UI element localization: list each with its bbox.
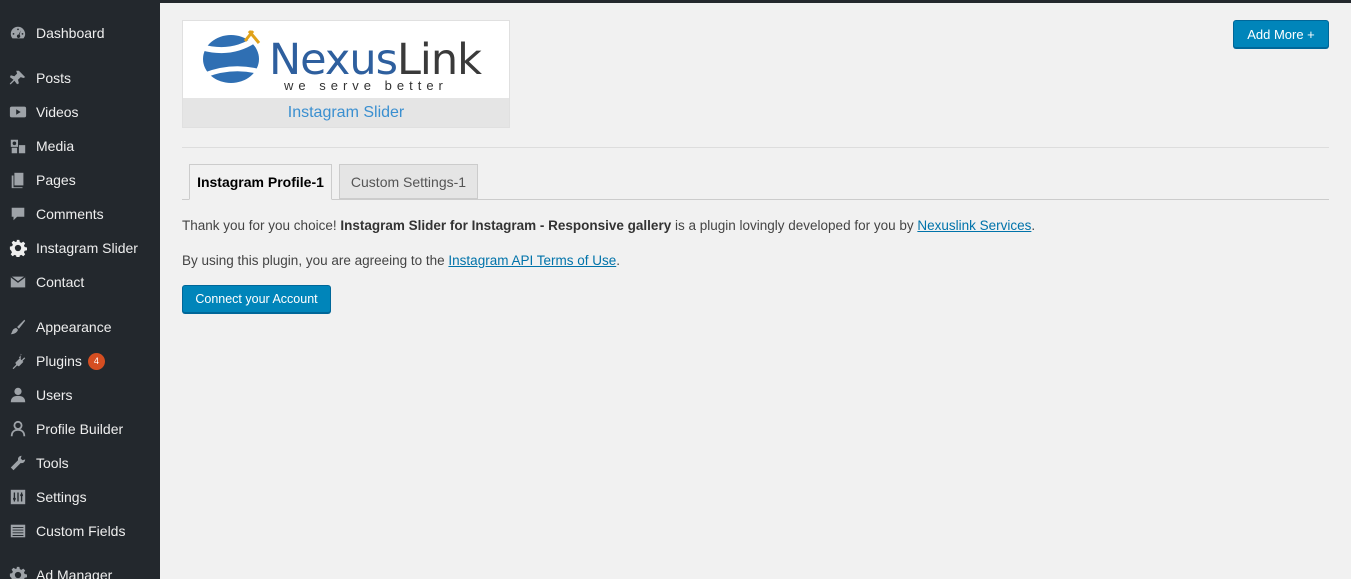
sidebar-item-label: Profile Builder bbox=[36, 421, 124, 437]
sidebar-item-label: Plugins bbox=[36, 353, 82, 369]
developer-link[interactable]: Nexuslink Services bbox=[917, 218, 1031, 233]
sidebar-item-posts[interactable]: Posts bbox=[0, 61, 160, 95]
mail-icon bbox=[8, 272, 28, 292]
plugin-logo: NexusLink we serve better Instagram Slid… bbox=[182, 20, 510, 128]
update-count-badge: 4 bbox=[87, 352, 105, 370]
sidebar-item-label: Contact bbox=[36, 274, 85, 290]
sidebar-item-users[interactable]: Users bbox=[0, 378, 160, 412]
connect-account-button[interactable]: Connect your Account bbox=[182, 285, 331, 313]
header-divider bbox=[182, 147, 1329, 148]
admin-top-strip bbox=[160, 0, 1351, 3]
sidebar-item-label: Users bbox=[36, 387, 73, 403]
sidebar-item-label: Media bbox=[36, 138, 75, 154]
add-more-button[interactable]: Add More + bbox=[1233, 20, 1329, 48]
plugin-icon bbox=[8, 351, 28, 371]
comment-icon bbox=[8, 204, 28, 224]
sidebar-item-label: Tools bbox=[36, 455, 69, 471]
pin-icon bbox=[8, 68, 28, 88]
sidebar-item-custom-fields[interactable]: Custom Fields bbox=[0, 514, 160, 548]
tab-instagram-profile[interactable]: Instagram Profile-1 bbox=[189, 164, 332, 200]
nexuslink-logo-mark bbox=[200, 30, 263, 83]
sidebar-item-settings[interactable]: Settings bbox=[0, 480, 160, 514]
logo-caption: Instagram Slider bbox=[183, 98, 509, 127]
sidebar-item-label: Videos bbox=[36, 104, 79, 120]
dashboard-icon bbox=[8, 23, 28, 43]
sidebar-item-tools[interactable]: Tools bbox=[0, 446, 160, 480]
intro-text: Thank you for you choice! Instagram Slid… bbox=[182, 218, 1036, 233]
sidebar-item-pages[interactable]: Pages bbox=[0, 163, 160, 197]
media-icon bbox=[8, 136, 28, 156]
users-icon bbox=[8, 385, 28, 405]
sidebar-item-label: Instagram Slider bbox=[36, 240, 138, 256]
tab-custom-settings[interactable]: Custom Settings-1 bbox=[339, 164, 478, 199]
fields-icon bbox=[8, 521, 28, 541]
video-icon bbox=[8, 102, 28, 122]
sidebar-item-profile-builder[interactable]: Profile Builder bbox=[0, 412, 160, 446]
user-icon bbox=[8, 419, 28, 439]
terms-link[interactable]: Instagram API Terms of Use bbox=[448, 253, 616, 268]
brand-tagline: we serve better bbox=[284, 78, 448, 93]
sidebar-item-instagram-slider[interactable]: Instagram Slider bbox=[0, 231, 160, 265]
pages-icon bbox=[8, 170, 28, 190]
sidebar-item-media[interactable]: Media bbox=[0, 129, 160, 163]
sidebar-item-label: Dashboard bbox=[36, 25, 105, 41]
tabs-baseline bbox=[182, 199, 1329, 200]
sidebar-item-videos[interactable]: Videos bbox=[0, 95, 160, 129]
sidebar-item-dashboard[interactable]: Dashboard bbox=[0, 16, 160, 50]
plugin-name: Instagram Slider for Instagram - Respons… bbox=[340, 218, 672, 233]
wrench-icon bbox=[8, 453, 28, 473]
sidebar-item-label: Settings bbox=[36, 489, 87, 505]
terms-text: By using this plugin, you are agreeing t… bbox=[182, 253, 621, 268]
sidebar-item-appearance[interactable]: Appearance bbox=[0, 310, 160, 344]
sidebar-item-plugins[interactable]: Plugins 4 bbox=[0, 344, 160, 378]
sidebar-item-contact[interactable]: Contact bbox=[0, 265, 160, 299]
sidebar-item-label: Posts bbox=[36, 70, 72, 86]
gear-icon bbox=[8, 565, 28, 579]
sidebar-item-ad-manager[interactable]: Ad Manager bbox=[0, 558, 160, 579]
sidebar-item-label: Ad Manager bbox=[36, 567, 113, 579]
admin-sidebar: Dashboard Posts Videos Media Pages Comme… bbox=[0, 0, 160, 579]
sidebar-item-label: Pages bbox=[36, 172, 76, 188]
sidebar-item-label: Appearance bbox=[36, 319, 112, 335]
settings-icon bbox=[8, 487, 28, 507]
gear-icon bbox=[8, 238, 28, 258]
brush-icon bbox=[8, 317, 28, 337]
sidebar-item-comments[interactable]: Comments bbox=[0, 197, 160, 231]
sidebar-item-label: Comments bbox=[36, 206, 104, 222]
sidebar-item-label: Custom Fields bbox=[36, 523, 126, 539]
